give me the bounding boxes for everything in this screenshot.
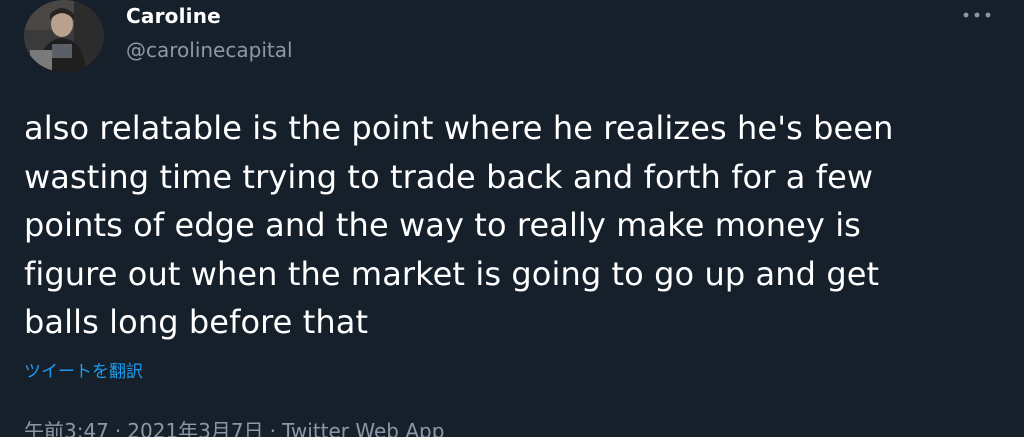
user-avatar-photo-icon (24, 0, 104, 72)
user-handle[interactable]: @carolinecapital (126, 36, 293, 64)
meta-separator: · (269, 419, 276, 437)
avatar[interactable] (24, 0, 104, 72)
tweet-source[interactable]: Twitter Web App (282, 419, 444, 437)
meta-separator: · (114, 419, 122, 437)
tweet-metadata: 午前3:47 · 2021年3月7日 · Twitter Web App (24, 417, 444, 437)
tweet-date[interactable]: 2021年3月7日 (127, 419, 263, 437)
tweet-text: also relatable is the point where he rea… (24, 109, 894, 341)
more-options-button[interactable] (962, 6, 992, 24)
tweet-time[interactable]: 午前3:47 (24, 419, 109, 437)
more-horizontal-icon (963, 12, 991, 18)
tweet-card: Caroline @carolinecapital also relatable… (0, 0, 1024, 437)
author-block: Caroline @carolinecapital (126, 2, 293, 64)
display-name[interactable]: Caroline (126, 2, 293, 30)
translate-tweet-link[interactable]: ツイートを翻訳 (24, 360, 143, 384)
